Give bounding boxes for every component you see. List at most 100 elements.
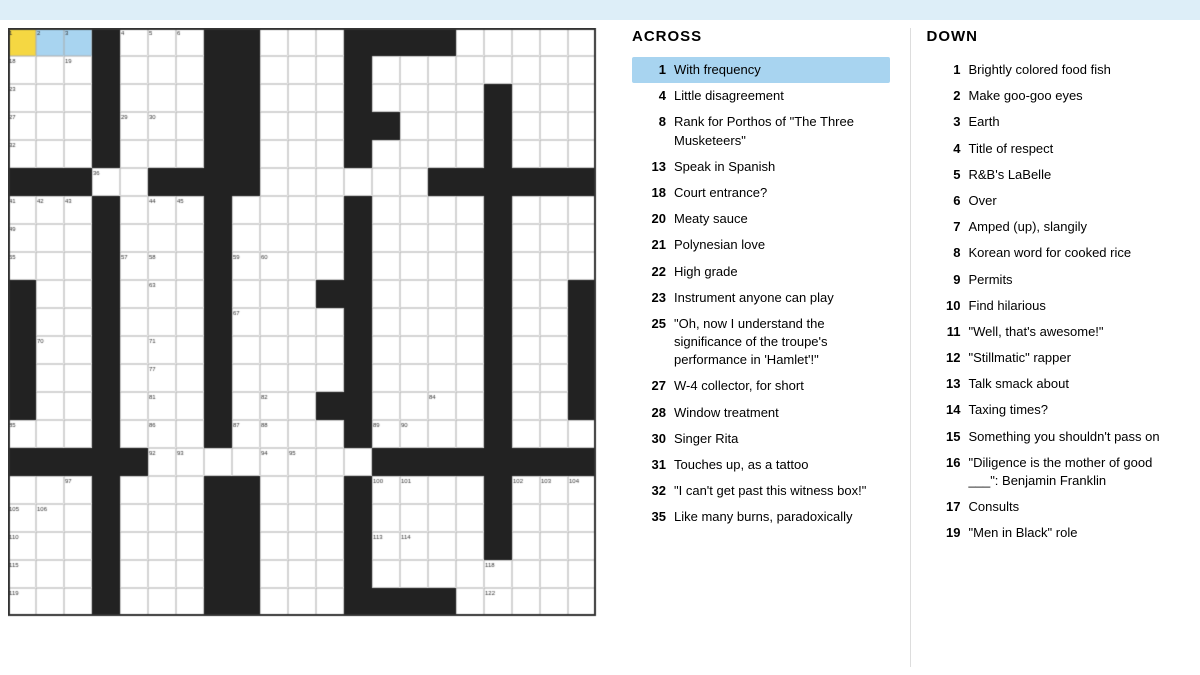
crossword-grid-container[interactable]: [0, 20, 620, 675]
clue-number: 21: [638, 236, 666, 254]
clue-item[interactable]: 8 Rank for Porthos of "The Three Musketee…: [632, 109, 890, 153]
clue-number: 2: [933, 87, 961, 105]
clue-item[interactable]: 27 W-4 collector, for short: [632, 373, 890, 399]
crossword-grid[interactable]: [8, 28, 611, 631]
clue-item[interactable]: 19 "Men in Black" role: [927, 520, 1185, 546]
clue-item[interactable]: 9 Permits: [927, 267, 1185, 293]
clue-item[interactable]: 8 Korean word for cooked rice: [927, 240, 1185, 266]
clue-text: Meaty sauce: [674, 210, 884, 228]
clue-number: 14: [933, 401, 961, 419]
clue-text: Instrument anyone can play: [674, 289, 884, 307]
clue-item[interactable]: 1 Brightly colored food fish: [927, 57, 1185, 83]
clue-text: "Diligence is the mother of good ___": B…: [969, 454, 1179, 490]
clue-number: 4: [933, 140, 961, 158]
clue-text: Window treatment: [674, 404, 884, 422]
main-content: ACROSS 1 With frequency 4 Little disagreeme…: [0, 20, 1200, 675]
clue-text: Court entrance?: [674, 184, 884, 202]
clue-item[interactable]: 14 Taxing times?: [927, 397, 1185, 423]
clue-text: Polynesian love: [674, 236, 884, 254]
clue-item[interactable]: 2 Make goo-goo eyes: [927, 83, 1185, 109]
clue-number: 31: [638, 456, 666, 474]
clue-number: 35: [638, 508, 666, 526]
down-panel: DOWN 1Brightly colored food fish2Make go…: [915, 28, 1200, 667]
clue-number: 17: [933, 498, 961, 516]
clue-item[interactable]: 11"Well, that's awesome!": [927, 319, 1185, 345]
clue-number: 15: [933, 428, 961, 446]
clue-text: Korean word for cooked rice: [969, 244, 1179, 262]
clue-item[interactable]: 13 Talk smack about: [927, 371, 1185, 397]
clue-number: 5: [933, 166, 961, 184]
across-header: ACROSS: [632, 28, 894, 49]
clue-item[interactable]: 32 "I can't get past this witness box!": [632, 478, 890, 504]
across-clues-list[interactable]: 1 With frequency 4 Little disagreement 8 Rank…: [632, 57, 894, 667]
clue-item[interactable]: 13Speak in Spanish: [632, 154, 890, 180]
clue-text: Consults: [969, 498, 1179, 516]
clue-number: 22: [638, 263, 666, 281]
clue-number: 4: [638, 87, 666, 105]
clue-item[interactable]: 28Window treatment: [632, 400, 890, 426]
clue-item[interactable]: 21 Polynesian love: [632, 232, 890, 258]
clue-text: Speak in Spanish: [674, 158, 884, 176]
clue-text: "Well, that's awesome!": [969, 323, 1179, 341]
clue-text: Talk smack about: [969, 375, 1179, 393]
clue-item[interactable]: 4Title of respect: [927, 136, 1185, 162]
clue-text: Little disagreement: [674, 87, 884, 105]
clue-number: 19: [933, 524, 961, 542]
clues-container: ACROSS 1 With frequency 4 Little disagreeme…: [620, 20, 1200, 675]
clue-item[interactable]: 31Touches up, as a tattoo: [632, 452, 890, 478]
clue-item[interactable]: 22High grade: [632, 259, 890, 285]
clue-number: 32: [638, 482, 666, 500]
clue-number: 9: [933, 271, 961, 289]
clue-text: Amped (up), slangily: [969, 218, 1179, 236]
clue-item[interactable]: 35Like many burns, paradoxically: [632, 504, 890, 530]
clue-number: 25: [638, 315, 666, 333]
clue-item[interactable]: 23Instrument anyone can play: [632, 285, 890, 311]
clue-text: Permits: [969, 271, 1179, 289]
clue-number: 27: [638, 377, 666, 395]
clue-number: 18: [638, 184, 666, 202]
clue-number: 13: [933, 375, 961, 393]
clue-text: Singer Rita: [674, 430, 884, 448]
clue-number: 8: [638, 113, 666, 131]
clue-item[interactable]: 16"Diligence is the mother of good ___":…: [927, 450, 1185, 494]
clue-number: 6: [933, 192, 961, 210]
clue-item[interactable]: 25 "Oh, now I understand the significance…: [632, 311, 890, 374]
clue-number: 1: [933, 61, 961, 79]
clue-item[interactable]: 7 Amped (up), slangily: [927, 214, 1185, 240]
clue-text: Make goo-goo eyes: [969, 87, 1179, 105]
clue-item[interactable]: 5 R&B's LaBelle: [927, 162, 1185, 188]
clue-item[interactable]: 20 Meaty sauce: [632, 206, 890, 232]
clue-item[interactable]: 3Earth: [927, 109, 1185, 135]
clue-item[interactable]: 10Find hilarious: [927, 293, 1185, 319]
clue-number: 12: [933, 349, 961, 367]
clue-item[interactable]: 12 "Stillmatic" rapper: [927, 345, 1185, 371]
clue-item[interactable]: 17 Consults: [927, 494, 1185, 520]
clue-text: "Stillmatic" rapper: [969, 349, 1179, 367]
panel-divider: [910, 28, 911, 667]
clue-number: 7: [933, 218, 961, 236]
clue-number: 10: [933, 297, 961, 315]
clue-number: 3: [933, 113, 961, 131]
clue-number: 30: [638, 430, 666, 448]
clue-text: With frequency: [674, 61, 884, 79]
clue-text: Something you shouldn't pass on: [969, 428, 1179, 446]
down-clues-list[interactable]: 1 Brightly colored food fish 2 Make goo-goo…: [927, 57, 1189, 667]
clue-text: "Men in Black" role: [969, 524, 1179, 542]
header-bar: [0, 0, 1200, 20]
clue-text: "Oh, now I understand the significance o…: [674, 315, 884, 370]
clue-text: Rank for Porthos of "The Three Musketeer…: [674, 113, 884, 149]
clue-item[interactable]: 1 With frequency: [632, 57, 890, 83]
clue-item[interactable]: 4 Little disagreement: [632, 83, 890, 109]
clue-number: 8: [933, 244, 961, 262]
clue-text: Brightly colored food fish: [969, 61, 1179, 79]
clue-number: 1: [638, 61, 666, 79]
clue-item[interactable]: 30 Singer Rita: [632, 426, 890, 452]
clue-item[interactable]: 6Over: [927, 188, 1185, 214]
clue-item[interactable]: 18 Court entrance?: [632, 180, 890, 206]
clue-text: W-4 collector, for short: [674, 377, 884, 395]
clue-text: R&B's LaBelle: [969, 166, 1179, 184]
clue-item[interactable]: 15 Something you shouldn't pass on: [927, 424, 1185, 450]
clue-text: "I can't get past this witness box!": [674, 482, 884, 500]
clue-text: Taxing times?: [969, 401, 1179, 419]
clue-number: 20: [638, 210, 666, 228]
